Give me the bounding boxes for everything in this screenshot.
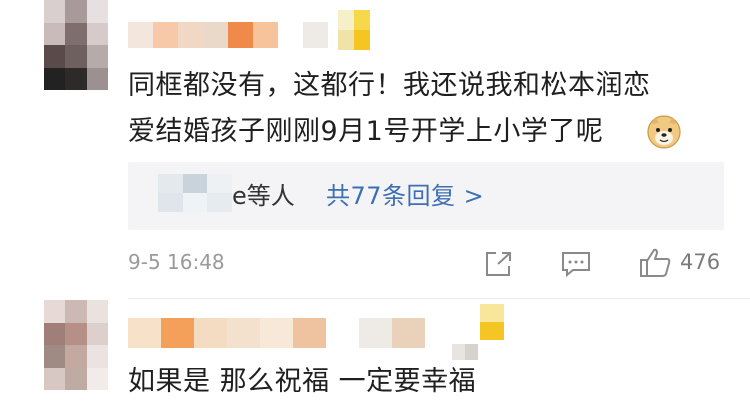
comment-icon[interactable] [560,250,592,278]
avatar[interactable] [44,300,108,390]
username[interactable] [128,318,458,348]
comment-text-line: 如果是 那么祝福 一定要幸福 [128,366,477,397]
like-count: 476 [680,250,721,274]
avatar[interactable] [44,0,108,90]
user-badge [480,304,504,340]
more-icon[interactable] [452,344,478,360]
comment-divider [128,298,750,299]
share-icon[interactable] [484,250,514,278]
comment-time: 9-5 16:48 [128,250,225,274]
reply-preview[interactable]: e等人 共77条回复 > [128,162,724,230]
comment-text-line: 同框都没有，这都行！我还说我和松本润恋 [128,70,651,101]
view-replies-link[interactable]: 共77条回复 > [326,180,484,212]
doge-emoji-icon [647,115,681,149]
user-badge [338,10,370,50]
reply-usernames-blurred [158,174,232,212]
like-icon[interactable] [638,247,672,279]
comment-text-line: 爱结婚孩子刚刚9月1号开学上小学了呢 [128,116,604,147]
reply-users-suffix: e等人 [232,182,295,210]
username[interactable] [128,22,328,48]
